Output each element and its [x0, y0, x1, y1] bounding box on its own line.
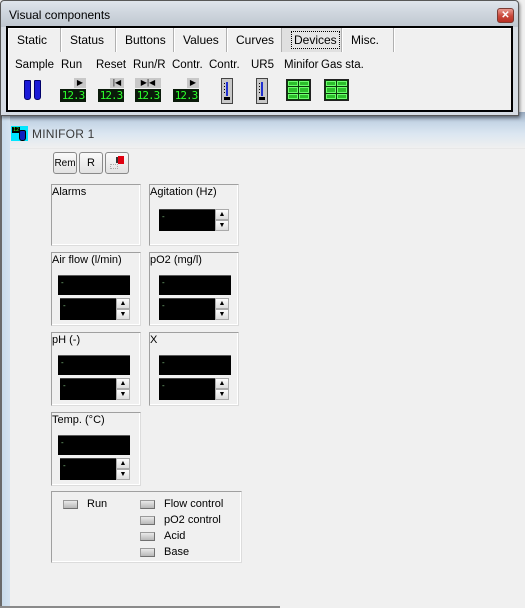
minifor-button-row: Rem R [53, 152, 129, 174]
spin-down-icon[interactable]: ▼ [215, 220, 229, 231]
ph-value-display: - [58, 355, 130, 375]
po2-control-led [140, 516, 155, 525]
r-button[interactable]: R [79, 152, 103, 174]
x-setpoint-field[interactable]: - [159, 378, 215, 400]
rem-button[interactable]: Rem [53, 152, 77, 174]
air-flow-setpoint-spinner[interactable]: - ▲ ▼ [60, 298, 130, 320]
x-group: X - - ▲ ▼ [149, 332, 239, 406]
run-status-led [63, 500, 78, 509]
temp-setpoint-spinner[interactable]: - ▲ ▼ [60, 458, 130, 480]
x-label: X [150, 334, 158, 346]
agitation-label: Agitation (Hz) [150, 186, 217, 198]
acid-led [140, 532, 155, 541]
temp-value-display: - [58, 435, 130, 455]
spin-down-icon[interactable]: ▼ [116, 469, 130, 480]
spin-up-icon[interactable]: ▲ [215, 209, 229, 220]
x-setpoint-spinner[interactable]: - ▲ ▼ [159, 378, 229, 400]
gas-station-grid-icon [324, 79, 349, 101]
close-icon[interactable]: ✕ [497, 8, 514, 23]
air-flow-setpoint-field[interactable]: - [60, 298, 116, 320]
component-tabs: Static Status Buttons Values Curves Devi… [8, 28, 394, 52]
spin-up-icon[interactable]: ▲ [116, 298, 130, 309]
po2-label: pO2 (mg/l) [150, 254, 202, 266]
sample-image-button[interactable] [105, 152, 129, 174]
minifor-app-icon: 12 [11, 126, 28, 141]
spin-up-icon[interactable]: ▲ [116, 378, 130, 389]
run-lcd-icon: ▶ 12.3 [60, 78, 86, 102]
flow-control-label: Flow control [164, 498, 224, 510]
agitation-setpoint-spinner[interactable]: - ▲ ▼ [159, 209, 229, 231]
controller-lcd-icon: ▶ 12.3 [173, 78, 199, 102]
dotted-box-icon [110, 164, 118, 169]
spin-up-icon[interactable]: ▲ [215, 378, 229, 389]
run-reset-lcd-icon: ▶|◀ 12.3 [135, 78, 161, 102]
flow-control-led [140, 500, 155, 509]
air-flow-value-display: - [58, 275, 130, 295]
tab-values[interactable]: Values [174, 28, 227, 52]
temp-setpoint-field[interactable]: - [60, 458, 116, 480]
ph-setpoint-field[interactable]: - [60, 378, 116, 400]
spin-down-icon[interactable]: ▼ [215, 389, 229, 400]
tab-curves[interactable]: Curves [227, 28, 282, 52]
po2-value-display: - [159, 275, 231, 295]
po2-setpoint-field[interactable]: - [159, 298, 215, 320]
visual-components-title: Visual components [9, 8, 111, 22]
tab-misc[interactable]: Misc. [342, 28, 394, 52]
agitation-group: Agitation (Hz) - ▲ ▼ [149, 184, 239, 246]
minifor-title: 12 MINIFOR 1 [11, 126, 94, 141]
spin-up-icon[interactable]: ▲ [215, 298, 229, 309]
ph-group: pH (-) - - ▲ ▼ [51, 332, 141, 406]
acid-label: Acid [164, 530, 186, 542]
red-flag-icon [118, 156, 124, 164]
po2-setpoint-spinner[interactable]: - ▲ ▼ [159, 298, 229, 320]
reset-lcd-icon: |◀ 12.3 [98, 78, 124, 102]
alarms-group: Alarms [51, 184, 141, 246]
ur5-gauge-icon [256, 78, 268, 104]
run-status-label: Run [87, 498, 108, 510]
po2-control-label: pO2 control [164, 514, 221, 526]
visual-components-title-bar[interactable]: Visual components ✕ [1, 1, 518, 27]
visual-components-body: Static Status Buttons Values Curves Devi… [6, 26, 513, 112]
tab-status[interactable]: Status [61, 28, 116, 52]
spin-down-icon[interactable]: ▼ [116, 389, 130, 400]
base-led [140, 548, 155, 557]
temp-group: Temp. (°C) - - ▲ ▼ [51, 412, 141, 486]
tab-devices[interactable]: Devices [282, 28, 342, 52]
minifor-grid-icon [286, 79, 311, 101]
x-value-display: - [159, 355, 231, 375]
tab-static[interactable]: Static [8, 28, 61, 52]
spin-down-icon[interactable]: ▼ [215, 309, 229, 320]
tab-buttons[interactable]: Buttons [116, 28, 174, 52]
controller-gauge-icon [221, 78, 233, 104]
base-label: Base [164, 546, 190, 558]
visual-components-window: Visual components ✕ Static Status Button… [0, 0, 519, 116]
ph-label: pH (-) [52, 334, 81, 346]
alarms-label: Alarms [52, 186, 87, 198]
spin-up-icon[interactable]: ▲ [116, 458, 130, 469]
ph-setpoint-spinner[interactable]: - ▲ ▼ [60, 378, 130, 400]
temp-label: Temp. (°C) [52, 414, 105, 426]
spin-down-icon[interactable]: ▼ [116, 309, 130, 320]
air-flow-label: Air flow (l/min) [52, 254, 122, 266]
sample-vials-icon [24, 80, 41, 100]
agitation-setpoint-field[interactable]: - [159, 209, 215, 231]
status-group: Run Flow control pO2 control Acid Base [51, 491, 242, 563]
minifor-title-text: MINIFOR 1 [32, 126, 95, 141]
po2-group: pO2 (mg/l) - - ▲ ▼ [149, 252, 239, 326]
air-flow-group: Air flow (l/min) - - ▲ ▼ [51, 252, 141, 326]
window-left-edge [0, 112, 10, 608]
